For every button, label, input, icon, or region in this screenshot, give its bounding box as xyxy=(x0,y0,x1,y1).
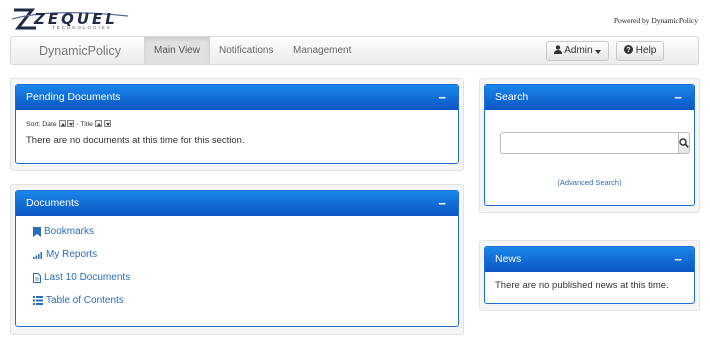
sort-date-desc-icon[interactable] xyxy=(67,120,75,127)
sort-separator: - xyxy=(76,121,79,128)
sort-title-desc-icon[interactable] xyxy=(103,120,111,127)
collapse-button[interactable]: − xyxy=(438,85,446,110)
question-circle-icon: ? xyxy=(624,45,633,54)
logo-tagline: TECHNOLOGIES xyxy=(52,25,112,30)
signal-icon xyxy=(33,251,42,259)
file-icon xyxy=(33,272,41,283)
help-button[interactable]: ? Help xyxy=(616,41,665,61)
caret-down-icon xyxy=(595,50,602,54)
last-10-documents-link[interactable]: Last 10 Documents xyxy=(33,266,458,289)
panel-title: Pending Documents xyxy=(26,91,121,103)
search-header: Search − xyxy=(485,85,694,110)
tab-notifications[interactable]: Notifications xyxy=(209,37,283,64)
search-button[interactable] xyxy=(679,132,690,154)
sort-date-label: Date xyxy=(42,121,57,128)
my-reports-link[interactable]: My Reports xyxy=(33,243,458,266)
search-group xyxy=(500,132,690,154)
top-bar: ZEQUEL TECHNOLOGIES Powered by DynamicPo… xyxy=(0,0,710,36)
documents-panel: Documents − Bookmarks My Reports Last 10… xyxy=(15,190,459,327)
link-label: Bookmarks xyxy=(44,226,95,237)
admin-menu-button[interactable]: Admin xyxy=(546,41,610,61)
navbar-brand[interactable]: DynamicPolicy xyxy=(39,44,121,58)
search-input[interactable] xyxy=(500,132,679,154)
svg-text:?: ? xyxy=(626,45,630,54)
sort-title-label: Title xyxy=(80,121,93,128)
link-label: Table of Contents xyxy=(46,295,124,306)
pending-documents-header: Pending Documents − xyxy=(16,85,458,110)
panel-title: News xyxy=(495,253,522,265)
tab-management[interactable]: Management xyxy=(283,37,361,64)
empty-message: There are no documents at this time for … xyxy=(26,135,245,146)
search-panel: Search − (Advanced Search) xyxy=(484,84,695,206)
sort-date-asc-icon[interactable] xyxy=(58,120,66,127)
news-empty-message: There are no published news at this time… xyxy=(495,280,669,291)
collapse-button[interactable]: − xyxy=(674,85,682,110)
main-navbar: DynamicPolicy Main View Notifications Ma… xyxy=(10,36,699,65)
collapse-button[interactable]: − xyxy=(438,191,446,216)
advanced-search-link[interactable]: (Advanced Search) xyxy=(485,178,694,187)
sort-label: Sort: xyxy=(26,121,41,128)
help-label: Help xyxy=(635,45,657,56)
admin-label: Admin xyxy=(564,45,593,56)
link-label: Last 10 Documents xyxy=(44,272,131,283)
list-icon xyxy=(33,296,43,305)
pending-documents-panel: Pending Documents − Sort: Date - Title T… xyxy=(15,84,459,164)
company-logo: ZEQUEL TECHNOLOGIES xyxy=(12,6,130,32)
documents-header: Documents − xyxy=(16,191,458,216)
tab-main-view[interactable]: Main View xyxy=(144,37,210,64)
news-header: News − xyxy=(485,247,694,272)
search-icon xyxy=(679,138,689,148)
table-of-contents-link[interactable]: Table of Contents xyxy=(33,289,458,312)
panel-title: Search xyxy=(495,91,529,103)
bookmarks-link[interactable]: Bookmarks xyxy=(33,220,458,243)
sort-controls: Sort: Date - Title xyxy=(26,120,448,128)
link-label: My Reports xyxy=(46,249,98,260)
panel-title: Documents xyxy=(26,197,80,209)
bookmark-icon xyxy=(33,226,41,237)
news-panel: News − There are no published news at th… xyxy=(484,246,695,304)
user-icon xyxy=(554,45,562,54)
collapse-button[interactable]: − xyxy=(674,247,682,272)
sort-title-asc-icon[interactable] xyxy=(94,120,102,127)
powered-by-text: Powered by DynamicPolicy xyxy=(613,16,698,25)
